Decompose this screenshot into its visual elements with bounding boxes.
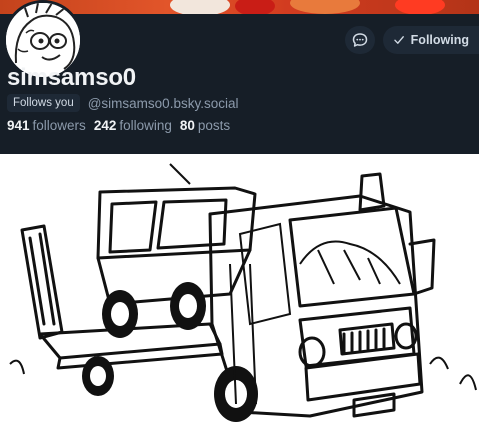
follows-you-badge: Follows you: [7, 94, 80, 112]
followers-count: 941: [7, 118, 30, 133]
following-stat[interactable]: 242 following: [94, 118, 172, 133]
following-button[interactable]: Following: [382, 26, 479, 54]
profile-meta: Follows you @simsamso0.bsky.social: [7, 94, 238, 112]
posts-label: posts: [197, 118, 231, 133]
following-label: following: [119, 118, 172, 133]
followers-stat[interactable]: 941 followers: [7, 118, 86, 133]
banner-shape: [290, 0, 360, 14]
message-icon: [352, 33, 367, 47]
post-image-tow-truck-illustration[interactable]: [0, 154, 479, 441]
banner-shape: [235, 0, 275, 14]
profile-actions: Following: [344, 26, 479, 54]
posts-count: 80: [179, 118, 195, 133]
banner-shape: [170, 0, 230, 14]
display-name: simsamso0: [7, 64, 136, 91]
posts-stat: 80 posts: [180, 118, 230, 133]
profile-stats: 941 followers 242 following 80 posts: [7, 118, 230, 133]
check-icon: [393, 36, 404, 44]
tow-truck-drawing: [9, 163, 477, 422]
following-count: 242: [93, 118, 117, 133]
followers-label: followers: [32, 118, 86, 133]
profile-header: Following simsamso0 Follows you @simsams…: [0, 0, 479, 154]
message-button[interactable]: [344, 26, 375, 54]
profile-handle[interactable]: @simsamso0.bsky.social: [88, 96, 239, 111]
banner-shape: [395, 0, 445, 14]
following-button-label: Following: [410, 33, 469, 47]
